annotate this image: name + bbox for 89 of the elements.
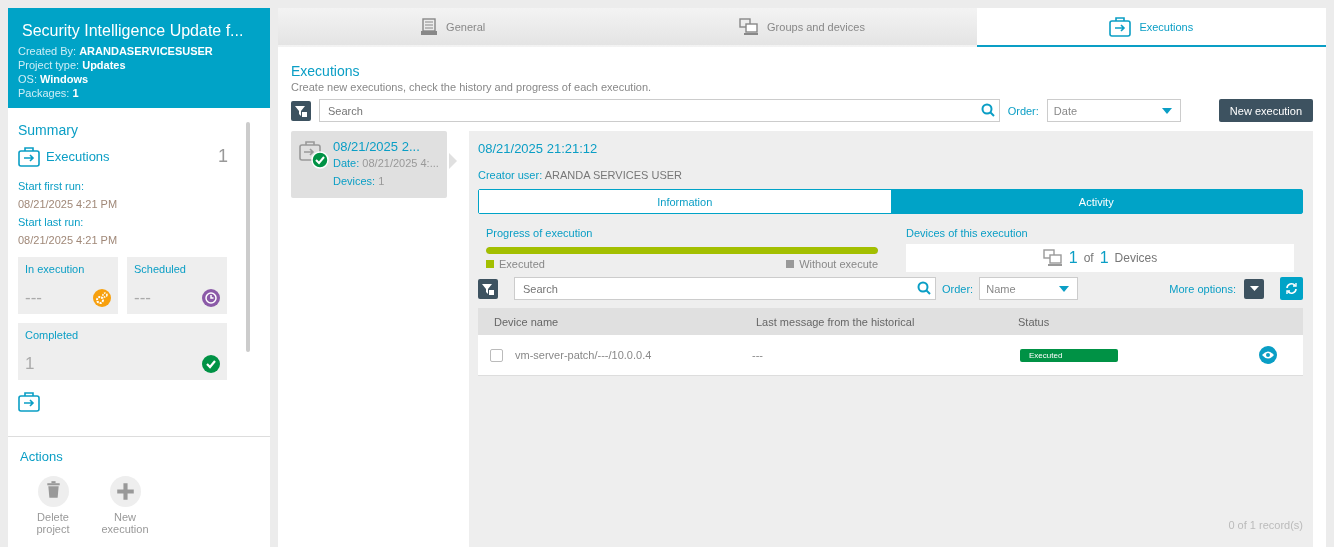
table-cell: vm-server-patch/---/10.0.0.4 <box>515 349 652 361</box>
devices-title: Devices of this execution <box>906 226 1029 241</box>
table-cell-text: --- <box>752 349 764 361</box>
briefcase-icon <box>1109 16 1132 37</box>
date-label: Date: <box>333 157 360 169</box>
new-execution-button[interactable]: New execution <box>1218 99 1313 122</box>
refresh-button[interactable] <box>1280 277 1303 300</box>
row-checkbox[interactable] <box>490 348 503 362</box>
legend-label: Without execute <box>799 258 878 270</box>
card-value: 1 <box>25 354 35 374</box>
filter-button[interactable] <box>291 100 311 121</box>
plus-icon <box>109 476 141 507</box>
more-options-label: More options: <box>1169 282 1236 295</box>
section-description: Create new executions, check the history and progress of each execution. <box>291 81 653 93</box>
card-value: --- <box>25 288 42 308</box>
creator-value: ARANDA SERVICES USER <box>544 169 682 181</box>
execution-heading: 08/21/2025 21:21:12 <box>478 141 599 156</box>
devices-unit: Devices <box>1114 251 1158 265</box>
filter-icon <box>295 104 307 117</box>
summary-title: Summary <box>18 122 79 138</box>
more-options-button[interactable] <box>1244 278 1264 299</box>
document-icon <box>420 17 439 36</box>
project-meta: Project type: Updates <box>18 58 127 72</box>
executions-count: 1 <box>218 146 228 167</box>
caret-icon <box>1249 286 1259 291</box>
column-header: Last message from the historical <box>756 315 916 328</box>
action-button[interactable]: New execution <box>96 476 154 535</box>
trash-icon <box>37 476 69 507</box>
view-tab[interactable]: Information <box>479 190 891 213</box>
devices-label: Devices: <box>333 175 376 187</box>
devices-count: 1 <box>1068 249 1078 267</box>
search-icon[interactable] <box>980 103 995 117</box>
check-icon <box>202 355 220 373</box>
order-label: Order: <box>942 282 974 295</box>
search-field[interactable]: Search <box>514 277 936 300</box>
project-title: Security Intelligence Update f... <box>22 22 245 40</box>
computers-icon <box>739 17 760 36</box>
order-dropdown[interactable]: Name <box>979 277 1079 300</box>
caret-icon <box>1161 107 1172 114</box>
tab[interactable]: Groups and devices <box>627 8 977 47</box>
card-value: --- <box>134 288 151 308</box>
briefcase-icon <box>18 392 40 412</box>
clock-icon <box>202 289 220 307</box>
date-value: 08/21/2025 4:... <box>362 157 439 169</box>
legend-label: Executed <box>499 258 545 270</box>
card-label: Completed <box>25 329 80 341</box>
order-dropdown[interactable]: Date <box>1046 99 1181 122</box>
briefcase-icon <box>18 146 40 167</box>
action-button[interactable]: Delete project <box>24 476 82 535</box>
of-label: of <box>1083 251 1094 265</box>
view-tab[interactable]: Activity <box>890 190 1302 213</box>
project-meta: Packages: 1 <box>18 86 80 100</box>
view-icon[interactable] <box>1259 346 1277 364</box>
first-run-label: Start first run: <box>18 179 86 194</box>
gears-icon <box>93 289 111 307</box>
first-run-value: 08/21/2025 4:21 PM <box>18 197 119 212</box>
execution-title: 08/21/2025 2... <box>333 139 421 154</box>
refresh-icon <box>1285 282 1298 295</box>
execution-item[interactable]: 08/21/2025 2... Date: 08/21/2025 4:... Devices: 1 <box>291 131 447 198</box>
progress-title: Progress of execution <box>486 226 594 241</box>
devices-value: 1 <box>378 175 385 187</box>
column-header: Device name <box>494 315 560 328</box>
caret-icon <box>1059 285 1070 292</box>
creator-label: Creator user: <box>478 169 543 181</box>
project-meta: OS: Windows <box>18 72 90 86</box>
order-label: Order: <box>1007 104 1039 117</box>
legend-swatch <box>786 260 795 268</box>
card-label: In execution <box>25 263 86 275</box>
card-label: Scheduled <box>134 263 187 275</box>
status-badge: Executed <box>1020 348 1118 362</box>
last-run-value: 08/21/2025 4:21 PM <box>18 233 119 248</box>
tab[interactable]: Executions <box>976 8 1326 47</box>
actions-title: Actions <box>20 449 64 464</box>
computers-icon <box>1042 249 1063 267</box>
executions-label: Executions <box>46 149 111 164</box>
last-run-label: Start last run: <box>18 215 85 230</box>
project-meta: Created By: ARANDASERVICESUSER <box>18 44 214 58</box>
tab[interactable]: General <box>278 8 628 47</box>
section-title: Executions <box>291 63 361 79</box>
pointer-arrow <box>448 153 457 169</box>
search-field[interactable]: Search <box>319 99 1000 122</box>
legend-swatch <box>486 260 494 268</box>
scrollbar[interactable] <box>246 122 250 352</box>
devices-total: 1 <box>1099 249 1109 267</box>
search-icon[interactable] <box>917 281 931 295</box>
filter-button[interactable] <box>478 278 498 299</box>
column-header: Status <box>1018 315 1051 328</box>
briefcase-check-icon <box>299 139 329 169</box>
filter-icon <box>482 282 494 295</box>
